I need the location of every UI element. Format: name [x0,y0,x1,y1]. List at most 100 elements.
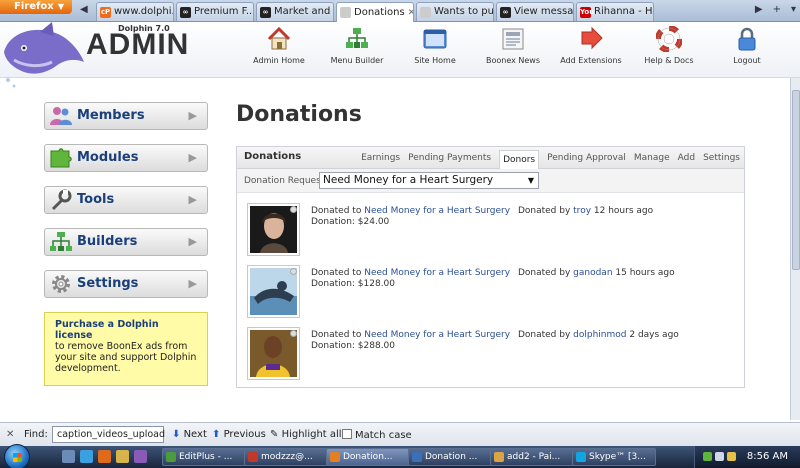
page-scrollbar[interactable] [790,78,800,420]
scrollbar-thumb[interactable] [792,90,800,270]
browser-tab[interactable]: cPwww.dolphi... [96,2,174,21]
app-icon [248,452,258,462]
donor-photo-woman [250,206,297,253]
volume-icon[interactable] [715,452,724,461]
nav-help-docs[interactable]: Help & Docs [629,26,709,65]
firefox-icon[interactable] [98,450,111,463]
panel-tab[interactable]: Manage [634,153,670,163]
folder-icon[interactable] [116,450,129,463]
close-icon[interactable]: ✕ [6,429,14,440]
site-home-icon [423,29,447,49]
chevron-right-icon: ▶ [188,277,197,290]
donor-avatar[interactable] [247,327,300,380]
sidebar-item-settings[interactable]: Settings ▶ [44,270,208,298]
promo-title-link[interactable]: Purchase a Dolphin license [55,319,159,341]
close-tab-icon[interactable]: ✕ [408,4,413,22]
tab-scroll-right-icon[interactable]: ▶ [755,4,763,15]
panel-tab[interactable]: Donors [499,149,540,169]
request-link[interactable]: Need Money for a Heart Surgery [364,206,510,216]
page-title: Donations [236,102,362,127]
panel-tab[interactable]: Pending Payments [408,153,491,163]
taskbar-button[interactable]: Donation... [326,448,410,466]
taskbar-button[interactable]: EditPlus - ... [162,448,246,466]
panel-tab[interactable]: Add [678,153,695,163]
sidebar-item-tools[interactable]: Tools ▶ [44,186,208,214]
settings-icon [52,275,70,293]
nav-admin-home[interactable]: Admin Home [239,26,319,65]
browser-tab[interactable]: Wants to pu... [416,2,494,21]
tools-icon [51,189,72,211]
status-dot [290,206,297,213]
start-button[interactable] [4,444,30,468]
media-icon[interactable] [134,450,147,463]
menu-builder-icon [346,28,368,48]
taskbar-button[interactable]: Skype™ [3... [572,448,656,466]
tab-list-icon[interactable]: ▾ [791,4,796,15]
browser-tab[interactable]: ∞ Premium F... [176,2,254,21]
nav-add-extensions[interactable]: Add Extensions [551,26,631,65]
nav-site-home[interactable]: Site Home [395,26,475,65]
donation-line: Donated to Need Money for a Heart Surger… [311,206,653,216]
new-tab-icon[interactable]: + [773,4,781,15]
donation-line: Donated to Need Money for a Heart Surger… [311,268,675,278]
panel-tab[interactable]: Settings [703,153,740,163]
favicon-icon: cP [100,6,111,18]
nav-logout[interactable]: Logout [707,26,787,65]
match-case-label: Match case [355,430,412,441]
request-link[interactable]: Need Money for a Heart Surgery [364,268,510,278]
sidebar-item-members[interactable]: Members ▶ [44,102,208,130]
chevron-right-icon: ▶ [188,151,197,164]
nav-label: Add Extensions [560,56,622,65]
clock[interactable]: 8:56 AM [747,451,788,462]
favicon-icon: ∞ [180,6,191,18]
donor-avatar[interactable] [247,203,300,256]
taskbar-button[interactable]: Donation ... [408,448,492,466]
tab-label: View messa... [514,6,574,17]
sidebar-item-builders[interactable]: Builders ▶ [44,228,208,256]
browser-tab[interactable]: Donations✕ [336,2,414,22]
request-link[interactable]: Need Money for a Heart Surgery [364,330,510,340]
flag-icon[interactable] [727,452,736,461]
nav-boonex-news[interactable]: Boonex News [473,26,553,65]
donation-item: Donated to Need Money for a Heart Surger… [247,265,727,321]
tab-scroll-left-icon[interactable]: ◀ [80,4,88,15]
admin-header: Dolphin 7.0 ADMIN Admin Home Menu Builde… [0,22,800,88]
match-case-checkbox[interactable]: Match case [342,429,412,441]
status-dot [290,268,297,275]
find-next-button[interactable]: ⬇ Next [172,429,207,440]
highlight-all-button[interactable]: ✎ Highlight all [270,429,342,440]
taskbar-button[interactable]: add2 - Pai... [490,448,574,466]
donor-link[interactable]: dolphinmod [573,330,626,340]
donation-request-select[interactable]: Need Money for a Heart Surgery ▼ [319,172,539,189]
nav-label: Logout [733,56,761,65]
show-desktop-icon[interactable] [62,450,75,463]
panel-tab[interactable]: Earnings [361,153,400,163]
find-previous-button[interactable]: ⬆ Previous [212,429,266,440]
browser-tab[interactable]: ∞View messa... [496,2,574,21]
find-bar: ✕ Find: caption_videos_upload ⬇ Next ⬆ P… [0,422,800,446]
sidebar-item-label: Builders [77,234,138,249]
tab-label: www.dolphi... [114,6,173,17]
modules-icon [50,148,72,168]
taskbar-button[interactable]: modzzz@... [244,448,328,466]
ie-icon[interactable] [80,450,93,463]
donor-link[interactable]: ganodan [573,268,612,278]
firefox-menu-button[interactable]: Firefox ▼ [0,0,72,14]
donation-request-label: Donation Requests [244,176,330,186]
browser-tab[interactable]: YouRihanna - H... [576,2,654,21]
find-label: Find: [24,429,48,440]
donor-avatar[interactable] [247,265,300,318]
taskbar-button-label: modzzz@... [261,452,313,462]
sidebar-item-modules[interactable]: Modules ▶ [44,144,208,172]
nav-menu-builder[interactable]: Menu Builder [317,26,397,65]
highlighter-icon: ✎ [270,429,279,440]
browser-tab[interactable]: ∞Market and ... [256,2,334,21]
panel-tab[interactable]: Pending Approval [547,153,626,163]
network-icon[interactable] [703,452,712,461]
browser-tab-bar: Firefox ▼ ◀ cPwww.dolphi...∞Premium F...… [0,0,800,22]
donor-link[interactable]: troy [573,206,591,216]
license-promo-box: Purchase a Dolphin license to remove Boo… [44,312,208,386]
panel-header: Donations Earnings Pending Payments Donors… [237,147,744,169]
donation-time: 12 hours ago [593,206,654,216]
find-input[interactable]: caption_videos_upload [52,426,165,443]
